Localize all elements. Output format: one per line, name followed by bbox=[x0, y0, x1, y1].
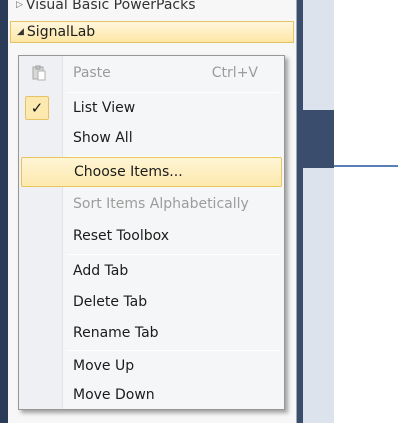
menu-item-show-all[interactable]: Show All bbox=[21, 123, 282, 153]
menu-item-label: Add Tab bbox=[73, 263, 129, 279]
menu-item-sort-items-alphabetically[interactable]: Sort Items Alphabetically bbox=[21, 189, 282, 219]
menu-item-reset-toolbox[interactable]: Reset Toolbox bbox=[21, 221, 282, 251]
menu-item-label: List View bbox=[73, 100, 136, 116]
menu-item-rename-tab[interactable]: Rename Tab bbox=[21, 318, 282, 348]
left-dock-strip bbox=[0, 0, 8, 423]
menu-item-shortcut: Ctrl+V bbox=[211, 65, 258, 81]
menu-separator bbox=[67, 254, 279, 255]
menu-item-label: Delete Tab bbox=[73, 294, 148, 310]
menu-item-label: Paste bbox=[73, 65, 111, 81]
menu-item-choose-items[interactable]: Choose Items... bbox=[21, 157, 282, 187]
menu-item-label: Show All bbox=[73, 130, 133, 146]
menu-item-label: Move Up bbox=[73, 358, 135, 374]
menu-item-list-view[interactable]: ✓ List View bbox=[21, 93, 282, 123]
toolbox-context-menu: Paste Ctrl+V ✓ List View Show All Choose… bbox=[18, 55, 285, 410]
menu-item-move-down[interactable]: Move Down bbox=[21, 380, 282, 410]
toolbox-tab-signallab[interactable]: ◢ SignalLab bbox=[10, 21, 294, 43]
designer-surface bbox=[334, 0, 398, 423]
collapse-arrow-icon: ◢ bbox=[17, 27, 24, 37]
expand-arrow-icon: ▷ bbox=[16, 0, 23, 10]
toolbox-tab-label: SignalLab bbox=[26, 24, 96, 40]
menu-item-delete-tab[interactable]: Delete Tab bbox=[21, 287, 282, 317]
menu-item-paste[interactable]: Paste Ctrl+V bbox=[21, 58, 282, 88]
designer-splitter[interactable] bbox=[334, 165, 398, 167]
toolbox-tab-visual-basic-powerpacks[interactable]: ▷ Visual Basic PowerPacks bbox=[10, 0, 294, 16]
menu-item-label: Move Down bbox=[73, 387, 155, 403]
designer-panel-border bbox=[297, 0, 334, 423]
menu-item-add-tab[interactable]: Add Tab bbox=[21, 256, 282, 286]
toolbox-tab-label: Visual Basic PowerPacks bbox=[25, 0, 196, 13]
menu-item-move-up[interactable]: Move Up bbox=[21, 351, 282, 381]
paste-icon bbox=[32, 65, 46, 81]
menu-item-label: Rename Tab bbox=[73, 325, 159, 341]
checkmark-icon: ✓ bbox=[25, 96, 49, 120]
menu-item-label: Sort Items Alphabetically bbox=[73, 196, 249, 212]
menu-item-label: Reset Toolbox bbox=[73, 228, 170, 244]
menu-item-label: Choose Items... bbox=[74, 164, 183, 180]
